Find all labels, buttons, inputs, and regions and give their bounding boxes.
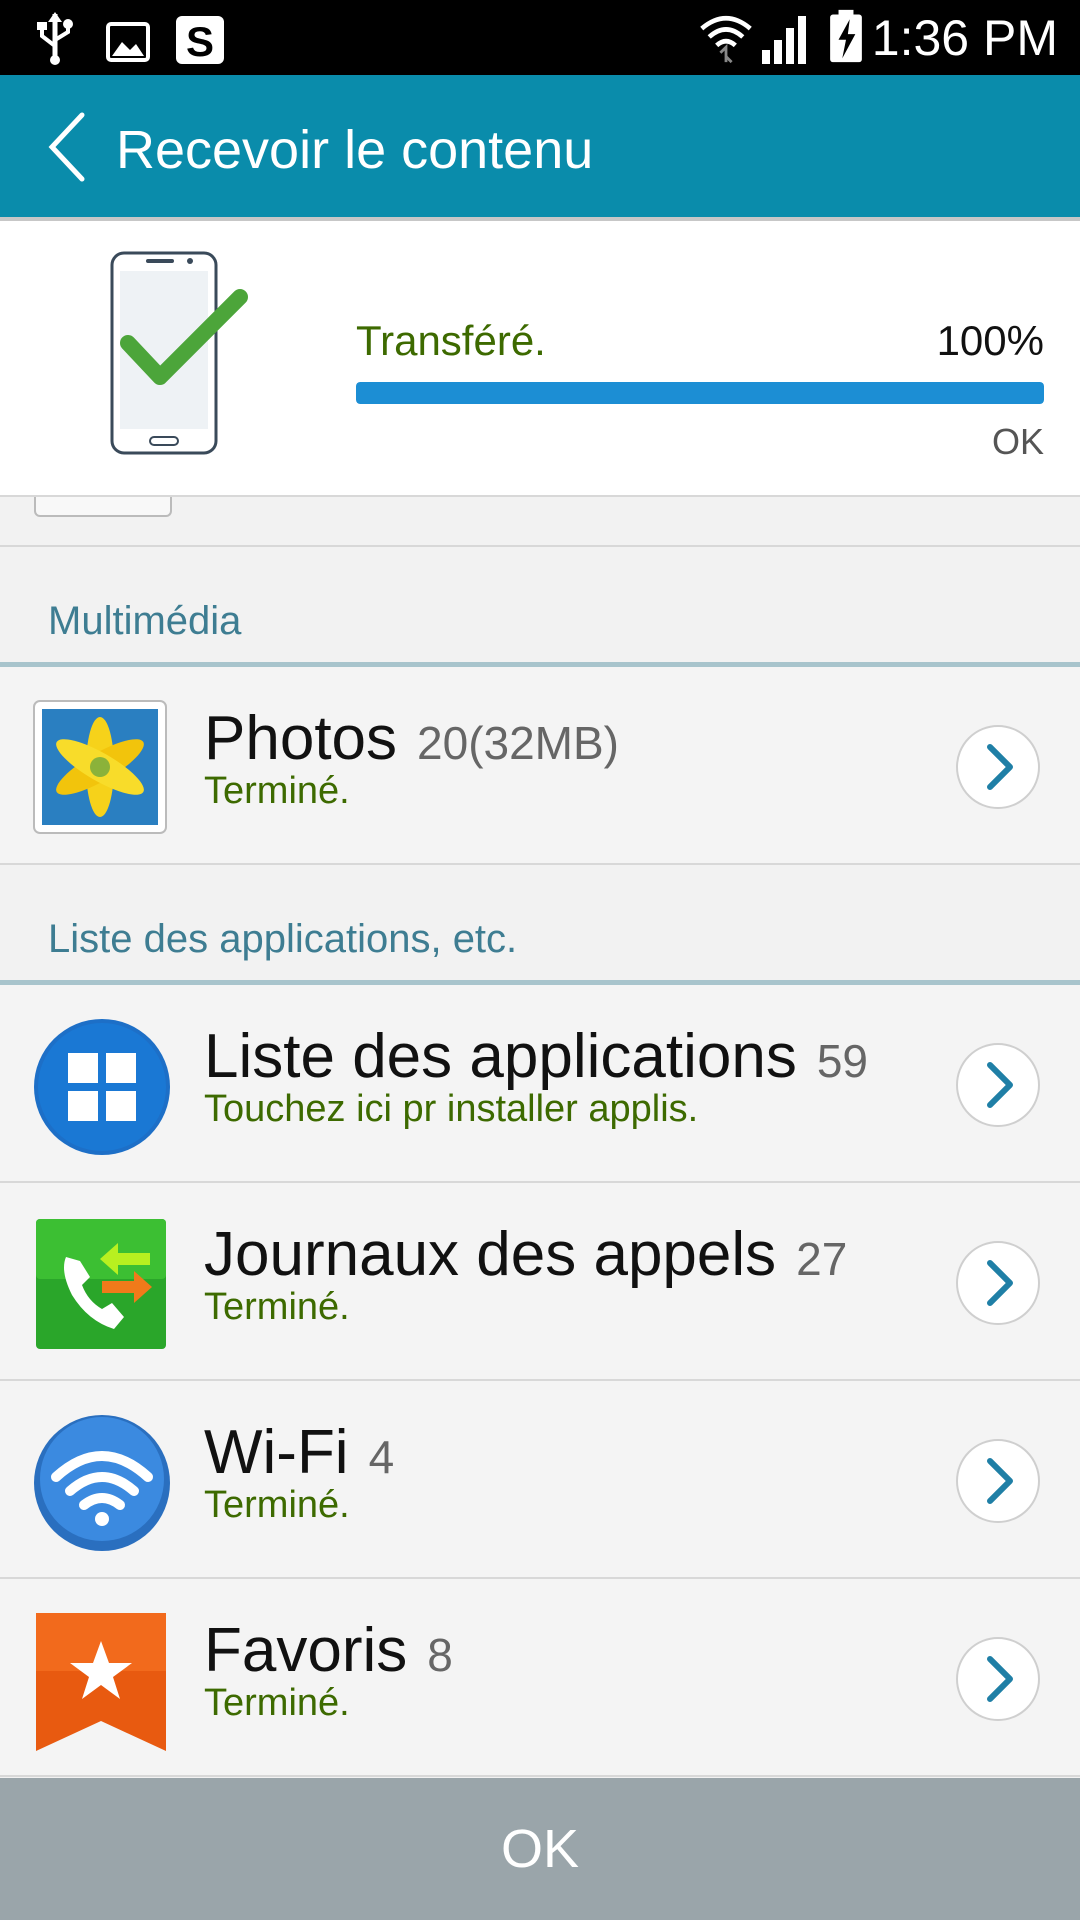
back-arrow-icon[interactable]: [40, 105, 100, 189]
progress-fill: [356, 382, 1044, 404]
partial-item-thumbnail: [34, 497, 172, 517]
transfer-ok-label: OK: [991, 421, 1044, 462]
list-item-title: Wi-Fi: [204, 1418, 349, 1487]
transfer-percent: 100%: [936, 317, 1044, 364]
list-item-text: Wi-Fi 4 Terminé.: [204, 1417, 394, 1527]
list-item-title: Journaux des appels: [204, 1220, 777, 1289]
list-item-text: Favoris 8 Terminé.: [204, 1615, 453, 1725]
chevron-right-icon: [987, 1260, 1013, 1306]
transfer-status: Transféré.: [356, 317, 546, 364]
chevron-right-icon: [987, 1062, 1013, 1108]
list-item-wifi[interactable]: Wi-Fi 4 Terminé.: [0, 1381, 1080, 1579]
list-item-photos[interactable]: Photos 20(32MB) Terminé.: [0, 667, 1080, 865]
photos-icon: [33, 700, 167, 834]
favorites-detail-button[interactable]: [956, 1637, 1040, 1721]
list-item-count: 4: [368, 1431, 395, 1483]
status-bar: S 1:36 PM: [0, 0, 1080, 75]
list-item-text: Photos 20(32MB) Terminé.: [204, 703, 619, 813]
list-item-status: Terminé.: [204, 1484, 350, 1526]
chevron-right-icon: [987, 1458, 1013, 1504]
signal-icon: [762, 16, 806, 64]
app-list-detail-button[interactable]: [956, 1043, 1040, 1127]
list-item-count: 59: [816, 1035, 868, 1087]
action-bar: Recevoir le contenu: [0, 75, 1080, 217]
phone-check-icon: [110, 251, 248, 455]
list-item-count: 8: [427, 1629, 453, 1681]
call-logs-detail-button[interactable]: [956, 1241, 1040, 1325]
bookmark-star-icon: [36, 1613, 166, 1751]
apps-grid-icon: [34, 1019, 170, 1155]
progress-bar: [356, 382, 1044, 404]
list-item-title: Photos: [204, 704, 398, 773]
list-item-title: Favoris: [204, 1616, 408, 1685]
list-item-title: Liste des applications: [204, 1022, 797, 1091]
list-item-status: Terminé.: [204, 770, 350, 812]
gallery-icon: [106, 22, 150, 62]
list-item-text: Journaux des appels 27 Terminé.: [204, 1219, 847, 1329]
list-item-favorites[interactable]: Favoris 8 Terminé.: [0, 1579, 1080, 1777]
photos-detail-button[interactable]: [956, 725, 1040, 809]
section-title: Liste des applications, etc.: [48, 917, 518, 961]
ok-button[interactable]: OK: [0, 1778, 1080, 1920]
list-item-status: Terminé.: [204, 1286, 350, 1328]
status-time: 1:36 PM: [871, 10, 1058, 66]
partial-list-item: [0, 497, 1080, 547]
page-title: Recevoir le contenu: [116, 120, 594, 180]
call-log-icon: [36, 1219, 166, 1349]
list-item-text: Liste des applications 59 Touchez ici pr …: [204, 1021, 868, 1131]
usb-icon: [37, 12, 73, 65]
list-item-call-logs[interactable]: Journaux des appels 27 Terminé.: [0, 1183, 1080, 1381]
chevron-right-icon: [987, 744, 1013, 790]
list-item-status: Terminé.: [204, 1682, 350, 1724]
transfer-panel: Transféré. 100% OK: [0, 221, 1080, 497]
bottom-ok-bar[interactable]: OK: [0, 1778, 1080, 1920]
battery-charging-icon: [830, 9, 862, 63]
s-app-icon: S: [176, 16, 224, 65]
wifi-settings-icon: [34, 1415, 170, 1551]
section-title: Multimédia: [48, 599, 242, 643]
section-header-multimedia: Multimédia: [0, 547, 1080, 667]
list-item-count: 20(32MB): [417, 717, 619, 769]
list-item-app-list[interactable]: Liste des applications 59 Touchez ici pr …: [0, 985, 1080, 1183]
list-item-status: Touchez ici pr installer applis.: [204, 1088, 699, 1130]
list-item-count: 27: [796, 1233, 848, 1285]
chevron-right-icon: [987, 1656, 1013, 1702]
wifi-icon: [700, 15, 752, 64]
wifi-detail-button[interactable]: [956, 1439, 1040, 1523]
section-header-applications: Liste des applications, etc.: [0, 865, 1080, 985]
svg-text:S: S: [186, 18, 214, 65]
